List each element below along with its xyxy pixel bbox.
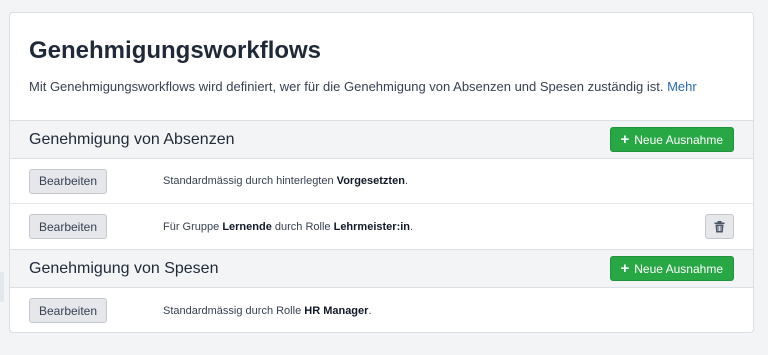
rule-role: Vorgesetzten	[336, 175, 405, 187]
approval-workflows-card: Genehmigungsworkflows Mit Genehmigungswo…	[9, 12, 754, 333]
rule-prefix: Standardmässig durch Rolle	[163, 304, 302, 317]
workflow-rule-text: Standardmässig durch Rolle HR Manager.	[163, 305, 372, 317]
plus-icon: +	[620, 259, 630, 277]
page-description: Mit Genehmigungsworkflows wird definiert…	[29, 79, 734, 95]
rule-suffix: .	[368, 304, 372, 317]
description-text: Mit Genehmigungsworkflows wird definiert…	[29, 79, 664, 94]
new-exception-label: Neue Ausnahme	[634, 261, 723, 276]
rule-suffix: .	[404, 175, 408, 187]
section-header-absences: Genehmigung von Absenzen + Neue Ausnahme	[10, 120, 753, 159]
more-link[interactable]: Mehr	[667, 79, 697, 94]
edit-button[interactable]: Bearbeiten	[29, 214, 107, 239]
new-exception-button-expenses[interactable]: + Neue Ausnahme	[609, 256, 734, 281]
rule-prefix: Für Gruppe	[163, 220, 220, 233]
workflow-rule-text: Standardmässig durch hinterlegten Vorges…	[163, 175, 408, 187]
trash-icon	[714, 220, 725, 232]
rule-middle: durch Rolle	[274, 220, 331, 233]
section-header-expenses: Genehmigung von Spesen + Neue Ausnahme	[10, 249, 753, 288]
page-title: Genehmigungsworkflows	[29, 37, 322, 64]
rule-prefix: Standardmässig durch hinterlegten	[163, 175, 334, 187]
rule-group: Lernende	[222, 220, 272, 233]
workflow-rule-text: Für Gruppe Lernende durch Rolle Lehrmeis…	[163, 221, 413, 233]
rule-role: HR Manager	[304, 304, 369, 317]
workflow-row: Bearbeiten Standardmässig durch hinterle…	[10, 159, 753, 204]
section-title-absences: Genehmigung von Absenzen	[29, 130, 235, 148]
page-edge-decoration	[0, 272, 4, 302]
edit-button[interactable]: Bearbeiten	[29, 298, 107, 323]
delete-button[interactable]	[705, 214, 734, 239]
new-exception-label: Neue Ausnahme	[634, 132, 723, 147]
plus-icon: +	[620, 130, 630, 148]
section-title-expenses: Genehmigung von Spesen	[29, 259, 219, 277]
new-exception-button-absences[interactable]: + Neue Ausnahme	[609, 127, 734, 152]
workflow-row: Bearbeiten Für Gruppe Lernende durch Rol…	[10, 204, 753, 249]
edit-button[interactable]: Bearbeiten	[29, 168, 107, 194]
rule-suffix: .	[410, 220, 414, 233]
workflow-row: Bearbeiten Standardmässig durch Rolle HR…	[10, 288, 753, 332]
rule-role: Lehrmeister:in	[333, 220, 411, 233]
card-header: Genehmigungsworkflows Mit Genehmigungswo…	[10, 13, 753, 120]
